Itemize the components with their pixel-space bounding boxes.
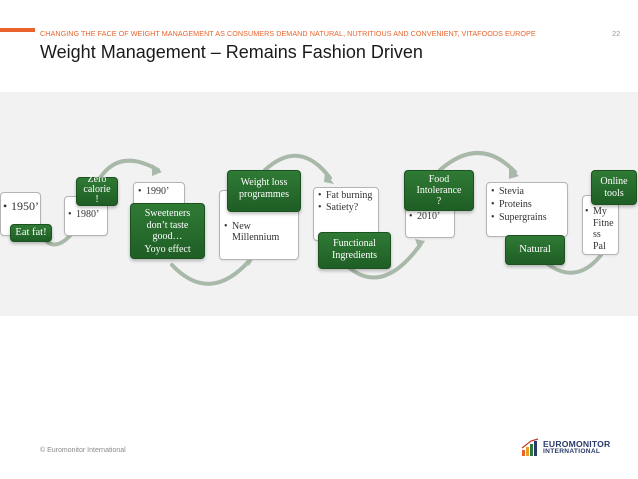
label-eat-fat: Eat fat!: [15, 227, 47, 238]
bullet-my-fitness-pal: My Fitness Pal: [585, 206, 616, 252]
label-functional: Functional: [333, 238, 376, 249]
bullet-2010: 2010’: [409, 211, 451, 222]
label-programmes: programmes: [239, 188, 289, 200]
label-food: Food: [428, 174, 450, 185]
label-yoyo: Yoyo effect: [144, 243, 191, 255]
era-1980-label: Zero calorie !: [76, 175, 118, 206]
label-online: Online: [600, 176, 628, 187]
era-stevia-label: Natural: [505, 235, 565, 265]
label-dont-taste: don’t taste: [146, 219, 189, 231]
label-intolerance: Intolerance: [416, 185, 462, 196]
bullet-new-millennium: New Millennium: [224, 221, 294, 243]
bullet-satiety: Satiety?: [318, 202, 374, 214]
arrow-1990-to-2000: [170, 258, 252, 286]
euromonitor-logo: EUROMONITOR INTERNATIONAL: [521, 437, 610, 459]
bullet-1980: 1980’: [68, 209, 104, 220]
bullet-1990: 1990’: [138, 186, 180, 197]
copyright-footer: © Euromonitor International: [40, 447, 126, 454]
bullet-supergrains: Supergrains: [491, 211, 563, 224]
era-2000-label: Weight loss programmes: [227, 170, 301, 212]
era-online-label: Online tools: [591, 170, 637, 205]
label-question: ?: [436, 196, 442, 207]
era-fat-label: Functional Ingredients: [318, 232, 391, 269]
logo-mark-icon: [521, 438, 539, 456]
bullet-1950: 1950’: [3, 199, 39, 214]
label-ingredients: Ingredients: [332, 249, 377, 261]
era-1990-label: Sweeteners don’t taste good… Yoyo effect: [130, 203, 205, 259]
label-tools: tools: [604, 187, 624, 199]
era-1950-label: Eat fat!: [10, 224, 52, 242]
label-weight-loss: Weight loss: [240, 177, 288, 188]
label-good: good…: [152, 231, 183, 242]
bullet-proteins: Proteins: [491, 198, 563, 211]
label-exclaim: !: [95, 194, 99, 205]
era-stevia-box: Stevia Proteins Supergrains: [486, 182, 568, 237]
era-2010-label: Food Intolerance ?: [404, 170, 474, 211]
bullet-stevia: Stevia: [491, 185, 563, 198]
arrowhead-2: [152, 164, 162, 176]
label-natural: Natural: [519, 244, 551, 255]
bullet-fat-burning: Fat burning: [318, 190, 374, 202]
logo-text-line2: INTERNATIONAL: [543, 448, 601, 455]
label-sweeteners: Sweeteners: [144, 208, 191, 219]
